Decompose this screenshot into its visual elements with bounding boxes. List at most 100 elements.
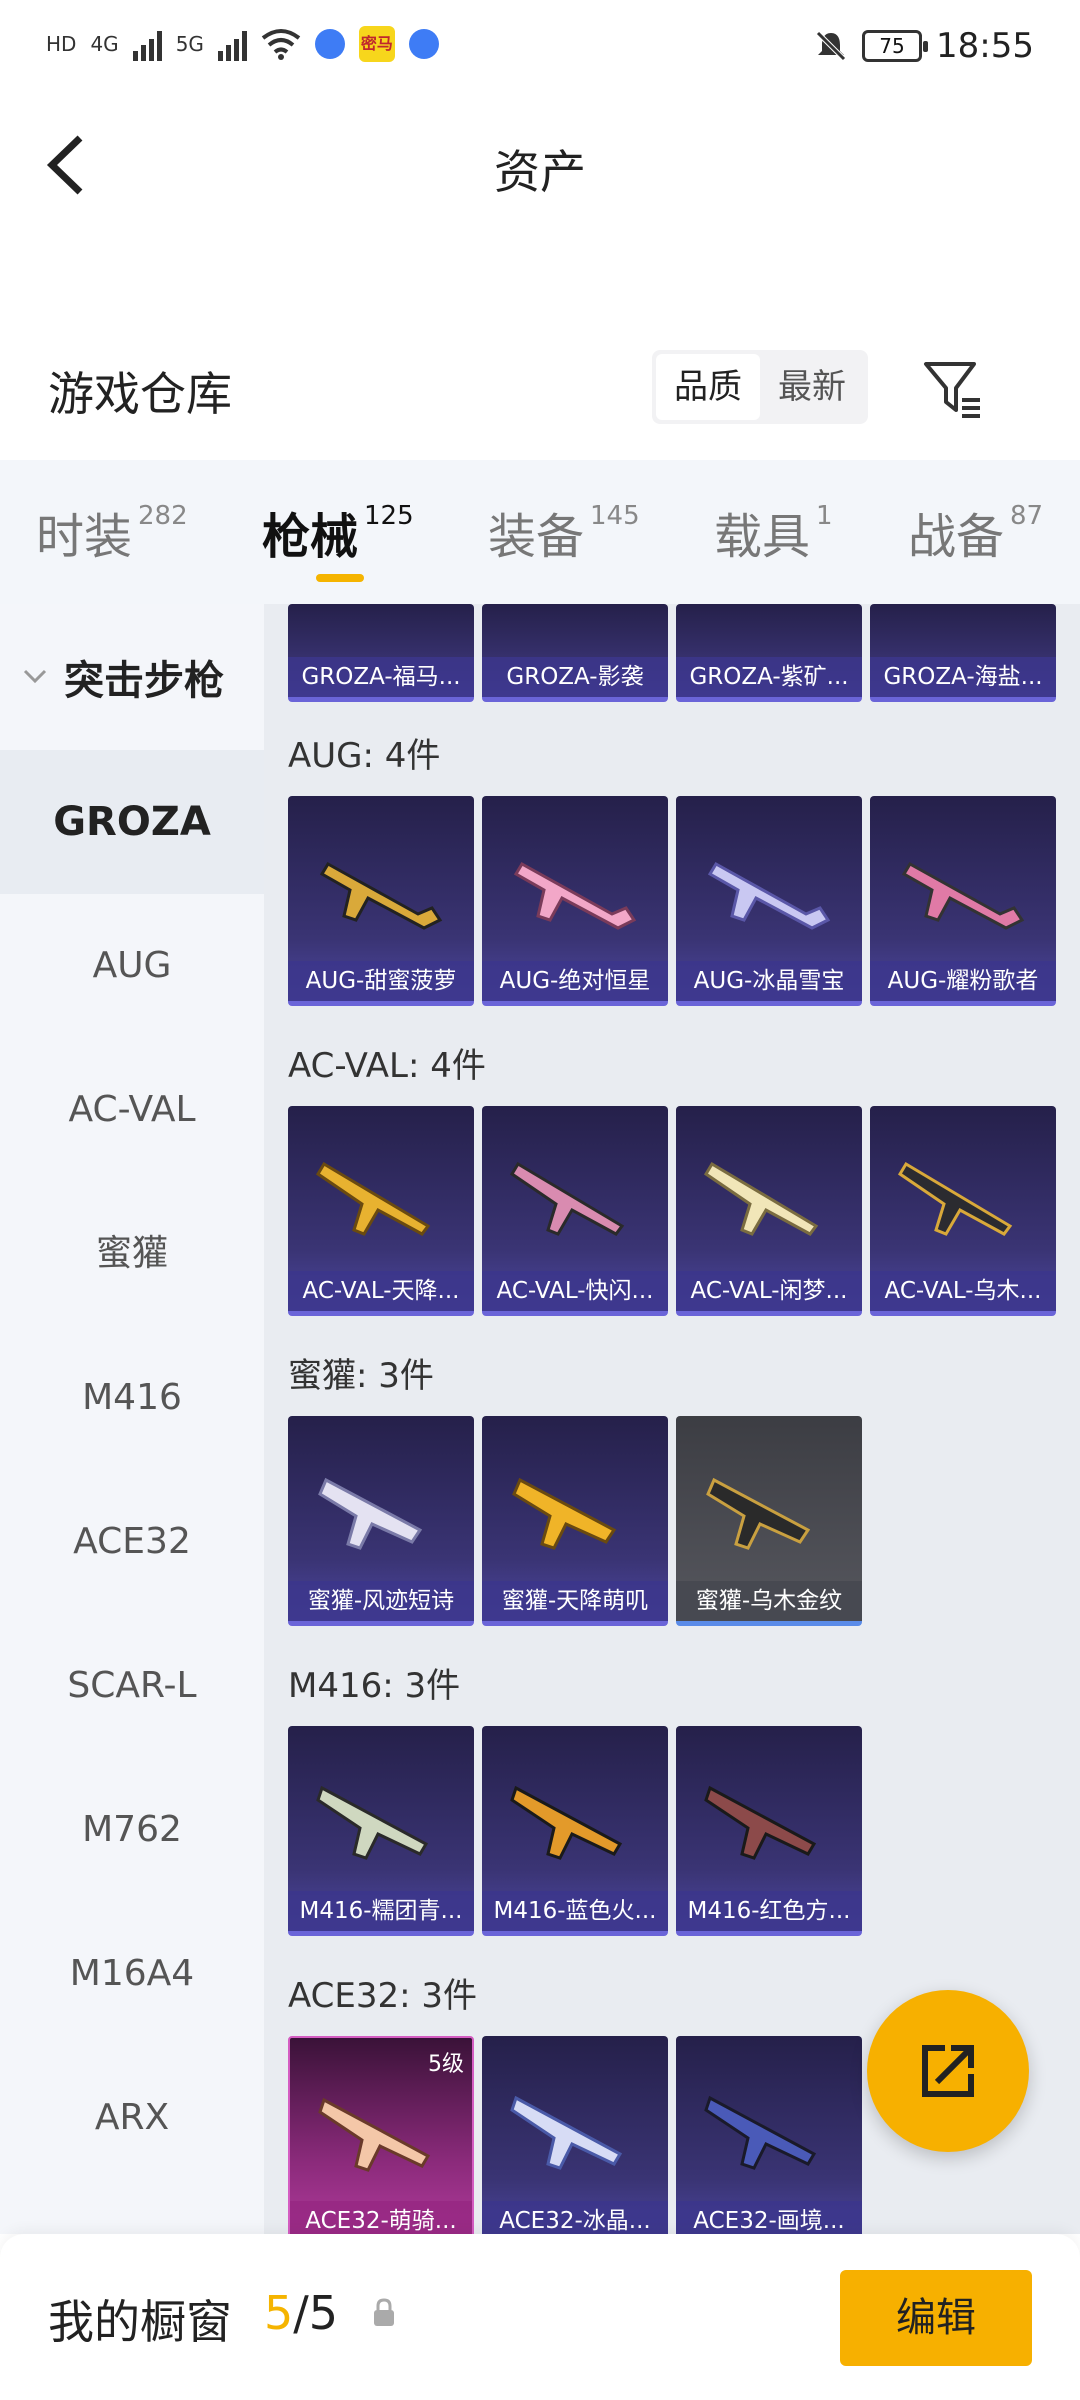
sidebar-item-ac-val[interactable]: AC-VAL [0,1038,264,1182]
tab-label: 枪械 [262,509,359,565]
tab-vehicles[interactable]: 载具 1 [714,460,833,604]
warehouse-title: 游戏仓库 [48,367,232,421]
weapon-card[interactable]: ACE32-冰晶... [482,2036,668,2234]
weapon-card[interactable]: AUG-甜蜜菠萝 [288,796,474,1006]
lock-icon [374,2298,394,2326]
showcase-count: 5/5 [264,2286,338,2340]
weapon-card-label: AUG-冰晶雪宝 [676,961,862,1001]
gun-skin-icon [510,1785,623,1860]
sidebar-item-ace32[interactable]: ACE32 [0,1470,264,1614]
sidebar-item-honey-badger[interactable]: 蜜獾 [0,1182,264,1326]
weapon-card-label: M416-红色方... [676,1891,862,1931]
weapon-card[interactable]: AC-VAL-乌木... [870,1106,1056,1316]
sidebar-item-aug[interactable]: AUG [0,894,264,1038]
weapon-card-label: AC-VAL-天降... [288,1271,474,1311]
sidebar-item-m416[interactable]: M416 [0,1326,264,1470]
weapon-card[interactable]: AUG-绝对恒星 [482,796,668,1006]
chevron-down-icon [23,669,47,684]
status-left: HD 4G 5G 密马 [46,26,439,62]
share-external-icon [922,2045,974,2097]
gun-skin-icon [318,2097,431,2172]
gun-skin-icon [318,1477,423,1550]
tab-guns[interactable]: 枪械 125 [262,460,414,604]
weapon-card-label: ACE32-萌骑... [290,2201,472,2234]
tab-label: 时装 [36,509,133,565]
weapon-card-label: 蜜獾-天降萌叽 [482,1581,668,1621]
sort-toggle: 品质 最新 [652,350,868,424]
weapon-card-label: AUG-绝对恒星 [482,961,668,1001]
warehouse-header: 游戏仓库 品质 最新 [0,330,1080,440]
section-title-ace32: ACE32: 3件 [288,1976,478,2016]
tab-supplies[interactable]: 战备 87 [908,460,1043,604]
showcase-label: 我的橱窗 [48,2295,232,2349]
sidebar-item-scar-l[interactable]: SCAR-L [0,1614,264,1758]
tab-count: 125 [364,501,414,531]
weapon-card-label: AUG-甜蜜菠萝 [288,961,474,1001]
weapon-card[interactable]: M416-红色方... [676,1726,862,1936]
page-title: 资产 [494,145,586,199]
sort-quality-option[interactable]: 品质 [656,354,760,420]
weapon-card[interactable]: AUG-耀粉歌者 [870,796,1056,1006]
edit-button[interactable]: 编辑 [840,2270,1032,2366]
showcase-max: 5 [308,2286,339,2340]
gun-skin-icon [315,1161,431,1236]
app-notification-icon-2 [408,29,439,59]
weapon-card[interactable]: M416-糯团青... [288,1726,474,1936]
battery-icon: 75 [862,30,929,62]
sidebar-group-assault-rifle[interactable]: 突击步枪 [0,604,264,750]
showcase-current: 5 [264,2286,294,2340]
signal-4g-icon [132,27,162,61]
weapon-grid: GROZA-福马... GROZA-影袭 GROZA-紫矿... GROZA-海… [264,604,1080,2234]
share-fab[interactable] [867,1990,1029,2152]
gun-skin-icon [901,861,1025,930]
status-bar: HD 4G 5G 密马 75 18:55 [0,0,1080,100]
weapon-card[interactable]: 蜜獾-乌木金纹 [676,1416,862,1626]
weapon-card[interactable]: AUG-冰晶雪宝 [676,796,862,1006]
sidebar-item-m16a4[interactable]: M16A4 [0,1902,264,2046]
sidebar-item-groza[interactable]: GROZA [0,750,264,894]
weapon-card-label: M416-糯团青... [288,1891,474,1931]
gun-skin-icon [513,861,637,930]
sidebar-item-m762[interactable]: M762 [0,1758,264,1902]
sort-newest-option[interactable]: 最新 [760,354,864,420]
gun-skin-icon [510,2095,623,2170]
gun-skin-icon [509,1161,625,1236]
weapon-card[interactable]: M416-蓝色火... [482,1726,668,1936]
weapon-card[interactable]: AC-VAL-天降... [288,1106,474,1316]
weapon-card-label: GROZA-海盐... [870,657,1056,697]
weapon-card-label: AC-VAL-快闪... [482,1271,668,1311]
weapon-card[interactable]: GROZA-福马... [288,604,474,702]
status-right: 75 18:55 [814,26,1034,66]
gun-skin-icon [704,2095,817,2170]
active-tab-indicator [316,574,364,582]
category-tabs: 时装 282 枪械 125 装备 145 载具 1 战备 87 [0,460,1080,604]
gun-skin-icon [316,1785,429,1860]
section-title-ac-val: AC-VAL: 4件 [288,1046,486,1086]
section-title-aug: AUG: 4件 [288,736,441,776]
weapon-card-label: 蜜獾-风迹短诗 [288,1581,474,1621]
weapon-card-label: ACE32-画境... [676,2201,862,2234]
weapon-card-label: GROZA-紫矿... [676,657,862,697]
filter-icon[interactable] [920,356,986,422]
gun-skin-icon [706,1477,811,1550]
weapon-card-label: AC-VAL-闲梦... [676,1271,862,1311]
weapon-card[interactable]: ACE32-画境... [676,2036,862,2234]
gun-skin-icon [707,861,831,930]
hd-indicator: HD [46,32,77,56]
weapon-card-label: 蜜獾-乌木金纹 [676,1581,862,1621]
weapon-card[interactable]: GROZA-紫矿... [676,604,862,702]
tab-equipment[interactable]: 装备 145 [488,460,640,604]
weapon-card[interactable]: AC-VAL-闲梦... [676,1106,862,1316]
sidebar-item-arx[interactable]: ARX [0,2046,264,2190]
weapon-card[interactable]: GROZA-海盐... [870,604,1056,702]
weapon-card[interactable]: 蜜獾-天降萌叽 [482,1416,668,1626]
tab-fashion[interactable]: 时装 282 [36,460,188,604]
weapon-card[interactable]: 蜜獾-风迹短诗 [288,1416,474,1626]
weapon-card[interactable]: 5级 ACE32-萌骑... [288,2036,474,2234]
weapon-card[interactable]: AC-VAL-快闪... [482,1106,668,1316]
weapon-type-sidebar: 突击步枪 GROZA AUG AC-VAL 蜜獾 M416 ACE32 SCAR… [0,604,264,2234]
signal-5g-icon [217,27,247,61]
gun-skin-icon [704,1785,817,1860]
weapon-card-label: AC-VAL-乌木... [870,1271,1056,1311]
weapon-card[interactable]: GROZA-影袭 [482,604,668,702]
